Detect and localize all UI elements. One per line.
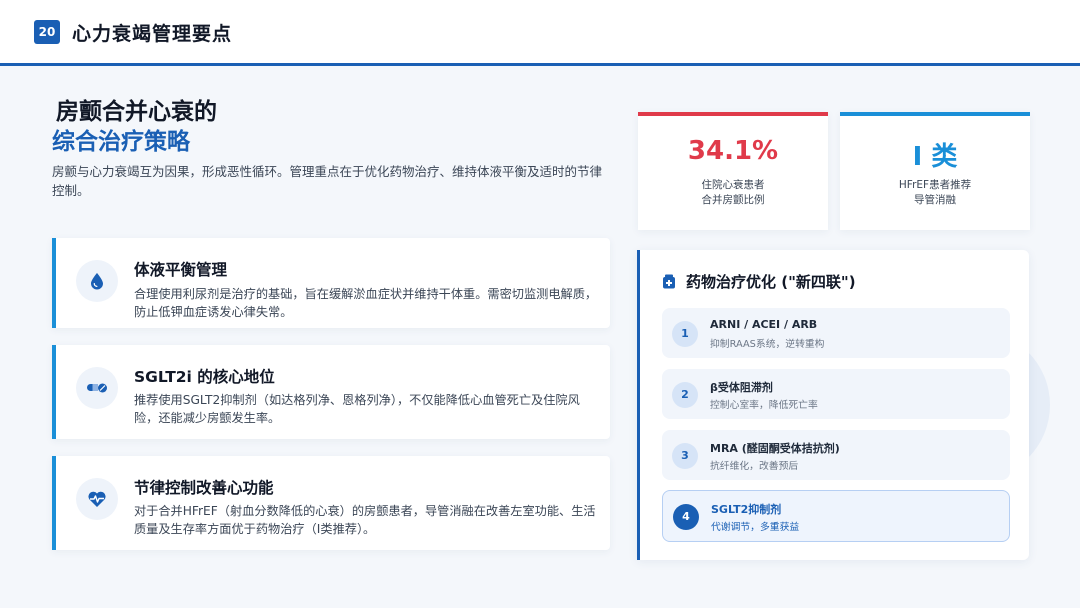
drug-item-highlighted: 4 SGLT2抑制剂 代谢调节，多重获益 <box>662 490 1010 542</box>
drug-item: 1 ARNI / ACEI / ARB 抑制RAAS系统，逆转重构 <box>662 308 1010 358</box>
stat-label: 住院心衰患者 合并房颤比例 <box>638 178 828 208</box>
drug-item-number: 2 <box>672 382 698 408</box>
stat-card-af-ratio: 34.1% 住院心衰患者 合并房颤比例 <box>638 112 828 230</box>
drug-panel-title: 药物治疗优化 ("新四联") <box>686 273 856 291</box>
card-text: 合理使用利尿剂是治疗的基础，旨在缓解淤血症状并维持干体重。需密切监测电解质，防止… <box>134 287 598 319</box>
drug-item-name: ARNI / ACEI / ARB <box>710 318 818 331</box>
drug-item-name: MRA (醛固酮受体拮抗剂) <box>710 442 840 455</box>
drug-item: 3 MRA (醛固酮受体拮抗剂) 抗纤维化，改善预后 <box>662 430 1010 480</box>
card-title: 节律控制改善心功能 <box>134 479 274 497</box>
stat-accent-bar <box>638 112 828 116</box>
drug-therapy-panel: 药物治疗优化 ("新四联") 1 ARNI / ACEI / ARB 抑制RAA… <box>637 250 1029 560</box>
card-title: 体液平衡管理 <box>134 261 228 279</box>
stat-label: HFrEF患者推荐 导管消融 <box>840 178 1030 208</box>
card-text: 推荐使用SGLT2抑制剂（如达格列净、恩格列净），不仅能降低心血管死亡及住院风险… <box>134 393 580 425</box>
drug-item-desc: 抗纤维化，改善预后 <box>710 461 799 472</box>
card-fluid-balance: 体液平衡管理 合理使用利尿剂是治疗的基础，旨在缓解淤血症状并维持干体重。需密切监… <box>52 238 610 328</box>
drug-item-desc: 控制心室率，降低死亡率 <box>710 400 818 411</box>
pills-icon <box>76 367 118 409</box>
card-rhythm-control: 节律控制改善心功能 对于合并HFrEF（射血分数降低的心衰）的房颤患者，导管消融… <box>52 456 610 550</box>
drug-item-number: 3 <box>672 443 698 469</box>
intro-text: 房颤与心力衰竭互为因果，形成恶性循环。管理重点在于优化药物治疗、维持体液平衡及适… <box>52 164 603 198</box>
header-bar: 20 心力衰竭管理要点 <box>0 0 1080 66</box>
heart-pulse-icon <box>76 478 118 520</box>
stat-label-line2: 合并房颤比例 <box>701 194 765 206</box>
card-title: SGLT2i 的核心地位 <box>134 368 275 386</box>
droplet-icon <box>76 260 118 302</box>
stat-accent-bar <box>840 112 1030 116</box>
stat-label-line2: 导管消融 <box>914 194 956 206</box>
stat-value: 34.1% <box>687 136 779 166</box>
drug-item-desc: 抑制RAAS系统，逆转重构 <box>710 339 825 350</box>
header-title: 心力衰竭管理要点 <box>72 23 233 45</box>
drug-item-number: 1 <box>672 321 698 347</box>
page-title-line2: 综合治疗策略 <box>52 129 190 155</box>
stat-label-line1: 住院心衰患者 <box>701 179 765 191</box>
drug-item-desc: 代谢调节，多重获益 <box>711 522 800 533</box>
stat-label-line1: HFrEF患者推荐 <box>898 179 972 191</box>
drug-item-number: 4 <box>673 504 699 530</box>
stat-value: I 类 <box>912 142 958 172</box>
stat-card-class-i: I 类 HFrEF患者推荐 导管消融 <box>840 112 1030 230</box>
drug-item-name: SGLT2抑制剂 <box>711 503 782 516</box>
drug-item: 2 β受体阻滞剂 控制心室率，降低死亡率 <box>662 369 1010 419</box>
card-text: 对于合并HFrEF（射血分数降低的心衰）的房颤患者，导管消融在改善左室功能、生活… <box>134 504 596 536</box>
card-sglt2i: SGLT2i 的核心地位 推荐使用SGLT2抑制剂（如达格列净、恩格列净），不仅… <box>52 345 610 439</box>
page-title-line1: 房颤合并心衰的 <box>56 99 217 125</box>
medicine-box-icon <box>662 274 676 293</box>
drug-item-name: β受体阻滞剂 <box>710 381 773 394</box>
page-number-badge: 20 <box>34 20 60 44</box>
